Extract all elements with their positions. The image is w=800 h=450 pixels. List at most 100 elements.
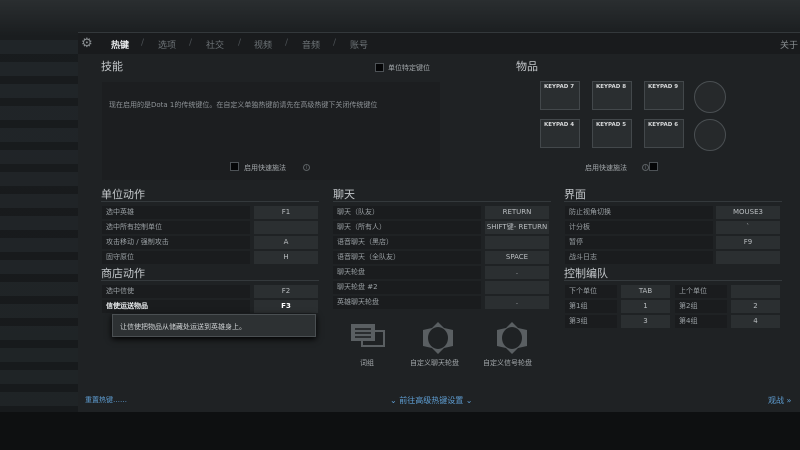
control-group-label: 第2组: [675, 300, 727, 313]
items-title: 物品: [516, 60, 538, 73]
unit-specific-checkbox[interactable]: [375, 63, 384, 72]
control-group-key-button[interactable]: 4: [731, 315, 780, 328]
interface-key-button[interactable]: `: [716, 221, 780, 234]
tab-separator: /: [189, 38, 193, 48]
control-group-key-button[interactable]: 2: [731, 300, 780, 313]
settings-panel: ⚙ 热键 / 选项 / 社交 / 视频 / 音频 / 账号 关于 技能 单位特定…: [78, 32, 800, 412]
unit-action-key-button[interactable]: [254, 221, 318, 234]
item-slot-5[interactable]: KEYPAD 5: [592, 119, 632, 148]
info-icon[interactable]: i: [303, 164, 310, 171]
tab-separator: /: [333, 38, 337, 48]
divider: [101, 280, 319, 281]
chat-key-button[interactable]: [485, 236, 549, 249]
control-groups-title: 控制编队: [564, 267, 608, 280]
chat-label: 聊天（队友）: [333, 206, 481, 219]
item-slot-4[interactable]: KEYPAD 4: [540, 119, 580, 148]
interface-key-button[interactable]: F9: [716, 236, 780, 249]
tab-options[interactable]: 选项: [158, 38, 176, 51]
chat-key-button[interactable]: .: [485, 266, 549, 279]
unit-specific-label: 单位特定键位: [388, 64, 430, 72]
unit-action-label: 固守原位: [102, 251, 250, 264]
chat-label: 聊天（所有人）: [333, 221, 481, 234]
shop-action-key-button[interactable]: F2: [254, 285, 318, 298]
control-group-label: 第3组: [565, 315, 617, 328]
chat-key-button[interactable]: [485, 281, 549, 294]
blurred-bottom-bar: [0, 412, 800, 450]
advanced-hotkeys-link[interactable]: ⌄ 前往高级热键设置 ⌄: [390, 395, 473, 406]
interface-title: 界面: [564, 188, 586, 201]
control-group-key-button[interactable]: TAB: [621, 285, 670, 298]
reset-hotkeys-link[interactable]: 重置热键……: [85, 395, 127, 405]
tab-audio[interactable]: 音频: [302, 38, 320, 51]
tp-scroll-slot[interactable]: [694, 119, 726, 151]
unit-action-key-button[interactable]: A: [254, 236, 318, 249]
interface-key-button[interactable]: [716, 251, 780, 264]
control-group-label: 上个单位: [675, 285, 727, 298]
unit-action-key-button[interactable]: H: [254, 251, 318, 264]
chat-label: 聊天轮盘: [333, 266, 481, 279]
shop-action-label: 信使运送物品: [102, 300, 250, 313]
control-group-key-button[interactable]: 1: [621, 300, 670, 313]
shop-action-key-button[interactable]: F3: [254, 300, 318, 313]
quickcast-checkbox[interactable]: [230, 162, 239, 171]
skills-title: 技能: [101, 60, 123, 73]
phrases-icon[interactable]: [350, 323, 386, 351]
chat-label: 语音聊天（全队友）: [333, 251, 481, 264]
tab-account[interactable]: 账号: [350, 38, 368, 51]
chat-label: 聊天轮盘 #2: [333, 281, 481, 294]
skills-box: 现在启用的是Dota 1的传统键位。在自定义单独热键前请先在高级热键下关闭传统键…: [102, 82, 440, 180]
chat-key-button[interactable]: SHIFT键- RETURN: [485, 221, 549, 234]
divider: [564, 280, 782, 281]
item-slot-1[interactable]: KEYPAD 7: [540, 81, 580, 110]
chevron-down-icon: ⌄: [390, 396, 400, 405]
tab-hotkeys[interactable]: 热键: [111, 38, 129, 51]
ping-wheel-label[interactable]: 自定义信号轮盘: [483, 358, 532, 368]
interface-label: 防止视角切换: [565, 206, 713, 219]
chat-key-button[interactable]: .: [485, 296, 549, 309]
interface-label: 计分板: [565, 221, 713, 234]
control-group-key-button[interactable]: [731, 285, 780, 298]
control-group-label: 第1组: [565, 300, 617, 313]
chat-key-button[interactable]: RETURN: [485, 206, 549, 219]
shop-actions-title: 商店动作: [101, 267, 145, 280]
chat-label: 语音聊天（黑店）: [333, 236, 481, 249]
ping-wheel-icon[interactable]: [494, 321, 530, 357]
about-link[interactable]: 关于: [780, 38, 798, 51]
tab-separator: /: [141, 38, 145, 48]
control-group-label: 下个单位: [565, 285, 617, 298]
spectate-link[interactable]: 观战 »: [768, 395, 791, 406]
unit-action-label: 选中英雄: [102, 206, 250, 219]
chat-title: 聊天: [333, 188, 355, 201]
chat-wheel-label[interactable]: 自定义聊天轮盘: [410, 358, 459, 368]
item-slot-3[interactable]: KEYPAD 9: [644, 81, 684, 110]
unit-action-label: 选中所有控制单位: [102, 221, 250, 234]
tab-separator: /: [285, 38, 289, 48]
item-slot-6[interactable]: KEYPAD 6: [644, 119, 684, 148]
tab-social[interactable]: 社交: [206, 38, 224, 51]
interface-key-button[interactable]: MOUSE3: [716, 206, 780, 219]
tab-bar: ⚙ 热键 / 选项 / 社交 / 视频 / 音频 / 账号 关于: [78, 33, 800, 54]
shop-action-label: 选中信使: [102, 285, 250, 298]
tab-video[interactable]: 视频: [254, 38, 272, 51]
chat-wheel-icon[interactable]: [420, 321, 456, 357]
chat-key-button[interactable]: SPACE: [485, 251, 549, 264]
control-group-label: 第4组: [675, 315, 727, 328]
divider: [564, 201, 782, 202]
chat-label: 英雄聊天轮盘: [333, 296, 481, 309]
items-quickcast-label: 启用快速施法: [585, 164, 627, 172]
items-quickcast-checkbox[interactable]: [649, 162, 658, 171]
control-group-key-button[interactable]: 3: [621, 315, 670, 328]
neutral-item-slot[interactable]: [694, 81, 726, 113]
tab-separator: /: [238, 38, 242, 48]
phrases-label[interactable]: 词组: [360, 358, 374, 368]
chevron-down-icon: ⌄: [463, 396, 473, 405]
info-icon[interactable]: i: [642, 164, 649, 171]
gear-icon[interactable]: ⚙: [81, 36, 93, 51]
divider: [101, 201, 319, 202]
quickcast-label: 启用快速施法: [244, 164, 286, 172]
unit-actions-title: 单位动作: [101, 188, 145, 201]
unit-action-key-button[interactable]: F1: [254, 206, 318, 219]
item-slot-2[interactable]: KEYPAD 8: [592, 81, 632, 110]
legacy-keys-notice: 现在启用的是Dota 1的传统键位。在自定义单独热键前请先在高级热键下关闭传统键…: [109, 101, 378, 109]
interface-label: 暂停: [565, 236, 713, 249]
